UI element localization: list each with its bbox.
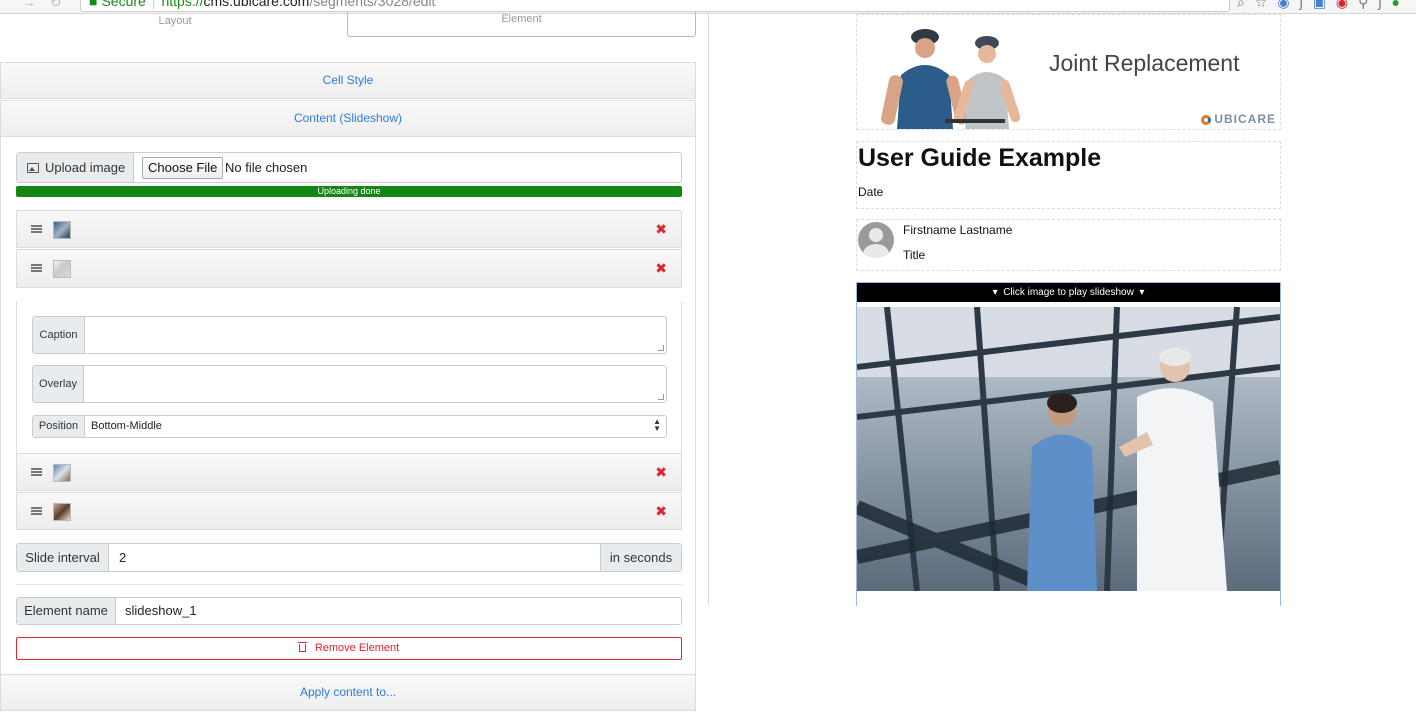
slide-item[interactable]: ✖ (16, 492, 682, 530)
tab-layout[interactable]: Layout (90, 14, 260, 28)
slide-thumbnail (53, 221, 71, 239)
ubicare-logo-icon (1201, 115, 1212, 125)
upload-image-group: Upload image Choose File No file chosen (16, 152, 682, 183)
position-select[interactable]: Bottom-Middle ▲ ▼ (85, 416, 666, 437)
page-preview: Joint Replacement UBICARE User Guide Exa… (856, 14, 1281, 606)
slide-interval-unit: in seconds (600, 544, 681, 571)
caret-down-icon: ▾ (992, 287, 998, 298)
slideshow-image[interactable] (857, 307, 1280, 591)
author-cell[interactable]: Firstname Lastname Title (856, 219, 1281, 271)
caption-group: Caption (32, 316, 667, 354)
drag-handle-icon[interactable] (31, 225, 42, 233)
address-bar[interactable]: ■ Secure | https://cms.ubicare.com/segments… (80, 0, 1230, 12)
author-title: Title (903, 248, 926, 262)
extension-icon[interactable]: ◉ (1277, 0, 1299, 11)
extension-icons: ⌕☆◉ʃ▣◉⚲ʃ● (1237, 0, 1410, 11)
file-status-text: No file chosen (225, 160, 308, 175)
forward-icon[interactable]: → (22, 0, 36, 10)
remove-slide-icon[interactable]: ✖ (655, 464, 667, 480)
element-name-group: Element name slideshow_1 (16, 597, 682, 625)
banner-title: Joint Replacement (1049, 50, 1240, 76)
extension-icon[interactable]: ▣ (1313, 0, 1336, 11)
upload-progress-bar: Uploading done (16, 186, 682, 197)
slideshow-content-body: Upload image Choose File No file chosen … (0, 137, 696, 674)
extension-icon[interactable]: ◉ (1336, 0, 1358, 11)
remove-element-button[interactable]: Remove Element (16, 637, 682, 660)
element-name-label: Element name (17, 598, 116, 624)
caption-textarea[interactable] (85, 317, 666, 353)
upload-progress-fill: Uploading done (16, 186, 682, 197)
ubicare-logo: UBICARE (1201, 112, 1276, 126)
reload-icon[interactable]: ↻ (50, 0, 62, 10)
drag-handle-icon[interactable] (31, 468, 42, 476)
remove-slide-icon[interactable]: ✖ (655, 221, 667, 237)
star-icon[interactable]: ☆ (1255, 0, 1278, 11)
cell-style-header[interactable]: Cell Style (0, 62, 696, 99)
content-slideshow-header[interactable]: Content (Slideshow) (0, 100, 696, 137)
trash-icon (297, 642, 307, 652)
caret-down-icon: ▾ (1139, 287, 1145, 298)
lock-icon: ■ (89, 0, 98, 9)
slide-thumbnail (53, 503, 71, 521)
position-group: Position Bottom-Middle ▲ ▼ (32, 415, 667, 438)
overlay-textarea[interactable] (84, 366, 666, 402)
banner-cell[interactable]: Joint Replacement UBICARE (856, 14, 1281, 130)
slide-item[interactable]: ✖ (16, 210, 682, 248)
slide-interval-input[interactable]: 2 (119, 544, 591, 571)
slide-item[interactable]: ✖ (16, 453, 682, 491)
drag-handle-icon[interactable] (31, 507, 42, 515)
remove-slide-icon[interactable]: ✖ (655, 503, 667, 519)
remove-slide-icon[interactable]: ✖ (655, 260, 667, 276)
avatar (858, 222, 894, 258)
overlay-group: Overlay (32, 365, 667, 403)
title-cell[interactable]: User Guide Example Date (856, 141, 1281, 209)
slide-interval-label: Slide interval (17, 544, 109, 571)
browser-toolbar: → ↻ ■ Secure | https://cms.ubicare.com/segm… (0, 0, 1416, 14)
upload-image-button[interactable]: Upload image (17, 153, 134, 182)
page-date: Date (858, 185, 884, 199)
cyclists-image (875, 15, 1075, 129)
extension-icon[interactable]: ʃ (1378, 0, 1391, 10)
page-title: User Guide Example (858, 144, 1102, 172)
panel-divider (708, 14, 709, 606)
slideshow-cell[interactable]: ▾ Click image to play slideshow ▾ (856, 282, 1281, 606)
slide-detail-panel: Caption Overlay Position Bottom-Middle ▲… (16, 301, 682, 467)
slideshow-play-bar[interactable]: ▾ Click image to play slideshow ▾ (857, 283, 1280, 302)
element-editor-panel: Layout Element Cell Style Content (Slide… (0, 12, 696, 720)
zoom-icon[interactable]: ⌕ (1237, 0, 1255, 11)
element-name-input[interactable]: slideshow_1 (125, 598, 681, 624)
tab-element[interactable]: Element (347, 12, 696, 37)
divider (16, 584, 682, 585)
editor-tabs: Layout Element (0, 12, 696, 38)
extension-icon[interactable]: ʃ (1300, 0, 1313, 10)
slide-interval-group: Slide interval 2 in seconds (16, 543, 682, 572)
slide-thumbnail (53, 464, 71, 482)
nav-buttons[interactable]: → ↻ (22, 0, 62, 11)
resize-grip-icon[interactable] (658, 345, 664, 351)
select-arrows-icon: ▲ ▼ (653, 417, 661, 433)
slide-item[interactable]: ✖ (16, 249, 682, 288)
slide-thumbnail (53, 260, 71, 278)
author-name: Firstname Lastname (903, 223, 1013, 237)
drag-handle-icon[interactable] (31, 264, 42, 272)
resize-grip-icon[interactable] (658, 394, 664, 400)
overlay-label: Overlay (33, 366, 84, 402)
image-icon (27, 163, 39, 173)
choose-file-button[interactable]: Choose File (142, 157, 224, 179)
extension-icon[interactable]: ⚲ (1358, 0, 1378, 11)
extension-icon[interactable]: ● (1392, 0, 1410, 10)
apply-content-header[interactable]: Apply content to... (0, 674, 696, 711)
caption-label: Caption (33, 317, 85, 353)
position-label: Position (33, 416, 85, 437)
